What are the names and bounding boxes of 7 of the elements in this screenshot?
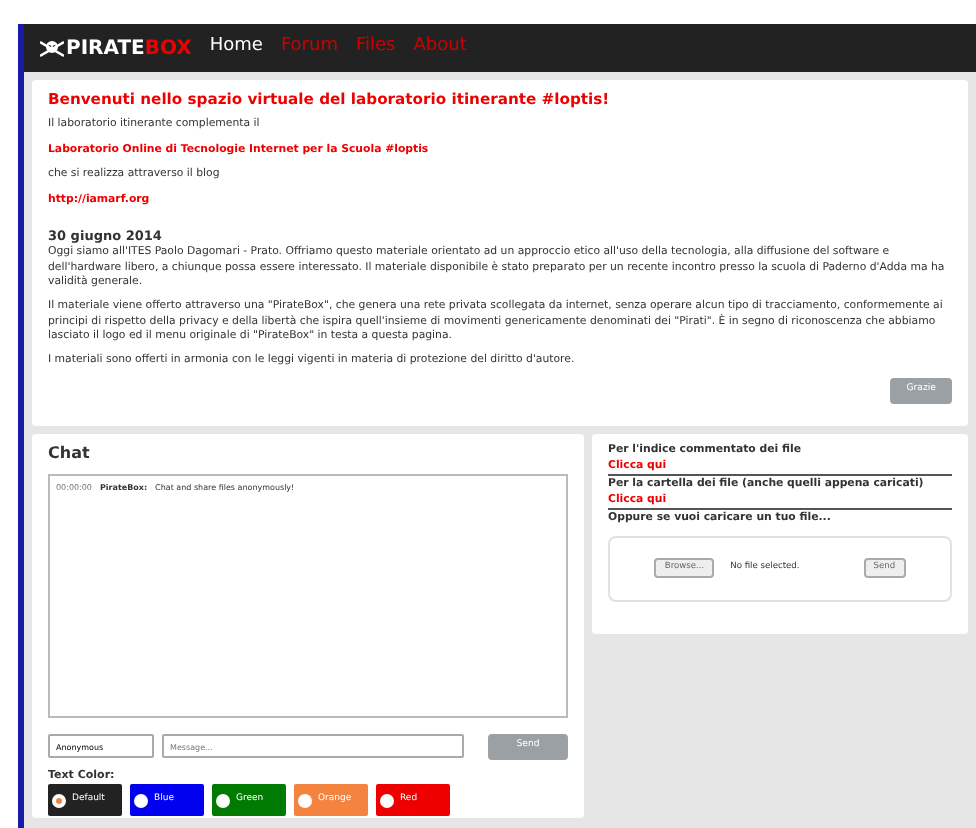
skull-icon <box>40 39 64 57</box>
nav-link[interactable]: Forum <box>280 34 338 62</box>
nav-link[interactable]: Home <box>209 34 263 62</box>
chat-title: Chat <box>48 442 92 466</box>
logo-text: PIRATEBOX <box>66 35 192 63</box>
nav-link[interactable]: About <box>413 34 467 62</box>
nav-link[interactable]: Files <box>355 34 396 62</box>
